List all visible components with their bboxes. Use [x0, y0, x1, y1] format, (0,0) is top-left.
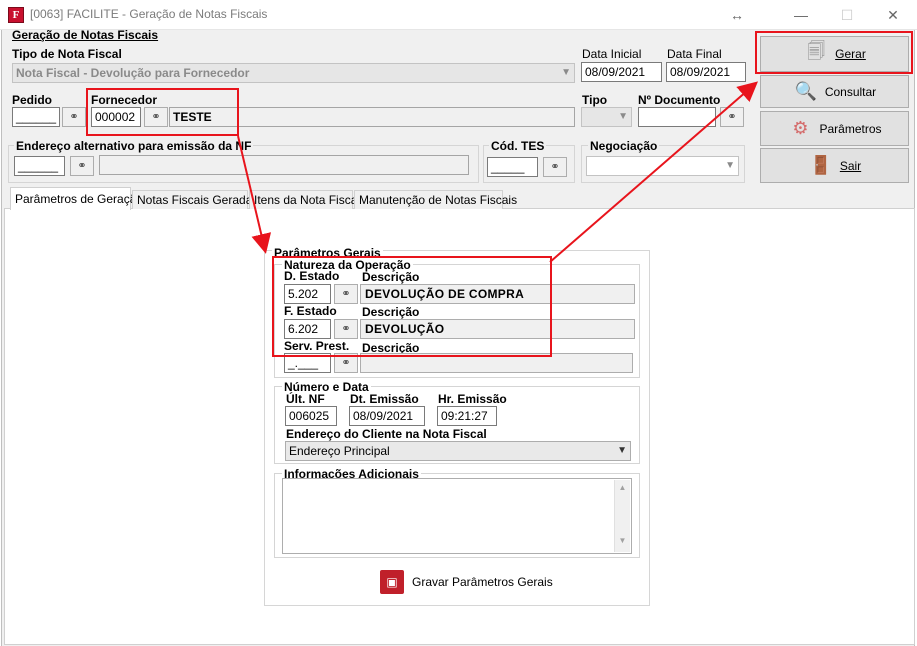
ult-nf-field[interactable]: 006025: [285, 406, 337, 426]
binoculars-icon: ⚭: [727, 110, 737, 123]
binoculars-icon: ⚭: [550, 160, 560, 173]
minimize-button[interactable]: —: [786, 4, 816, 26]
exit-door-icon: 🚪: [809, 155, 833, 175]
app-icon: F: [8, 7, 24, 23]
sair-label: Sair: [839, 158, 862, 173]
n-documento-label: Nº Documento: [638, 93, 721, 107]
endereco-cliente-select[interactable]: Endereço Principal ▼: [285, 441, 631, 461]
close-button[interactable]: ✕: [878, 4, 908, 26]
resize-icon: ↔: [730, 7, 744, 23]
sair-button[interactable]: 🚪 Sair: [760, 148, 909, 183]
negociacao-select[interactable]: ▼: [586, 156, 739, 176]
endereco-alt-desc-field: [99, 155, 469, 175]
parametros-button[interactable]: ⚙ Parâmetros: [760, 111, 909, 146]
documento-lookup-button[interactable]: ⚭: [720, 107, 744, 127]
endereco-cliente-label: Endereço do Cliente na Nota Fiscal: [286, 427, 487, 441]
natureza-highlight-box: [272, 256, 552, 357]
binoculars-icon: ⚭: [77, 159, 87, 172]
consultar-button[interactable]: 🔍 Consultar: [760, 75, 909, 108]
chevron-down-icon: ▼: [725, 160, 735, 171]
endereco-alt-code-input[interactable]: ______: [14, 156, 65, 176]
data-final-label: Data Final: [667, 47, 722, 61]
tab-itens-nota-fiscal[interactable]: Itens da Nota Fiscal: [249, 190, 360, 209]
tipo-select[interactable]: ▼: [581, 107, 632, 127]
scroll-up-icon[interactable]: ▲: [615, 483, 630, 492]
ult-nf-label: Últ. NF: [286, 392, 325, 406]
gravar-label: Gravar Parâmetros Gerais: [412, 575, 553, 589]
hr-emissao-input[interactable]: 09:21:27: [437, 406, 497, 426]
dt-emissao-input[interactable]: 08/09/2021: [349, 406, 425, 426]
binoculars-icon: ⚭: [69, 110, 79, 123]
scroll-down-icon[interactable]: ▼: [615, 536, 630, 545]
tipo-nota-value: Nota Fiscal - Devolução para Fornecedor: [16, 66, 250, 80]
tipo-nota-select[interactable]: Nota Fiscal - Devolução para Fornecedor …: [12, 63, 575, 83]
fornecedor-highlight-box: [86, 88, 239, 136]
gravar-parametros-button[interactable]: ▣ Gravar Parâmetros Gerais: [380, 568, 560, 596]
info-adicionais-textarea[interactable]: [282, 478, 632, 554]
cod-tes-label: Cód. TES: [489, 139, 547, 153]
chevron-down-icon: ▼: [618, 111, 628, 122]
data-inicial-input[interactable]: 08/09/2021: [581, 62, 662, 82]
pedido-label: Pedido: [12, 93, 53, 107]
parametros-label: Parâmetros: [819, 121, 882, 136]
floppy-disk-icon: ▣: [380, 570, 404, 594]
consultar-label: Consultar: [824, 84, 877, 99]
data-final-input[interactable]: 08/09/2021: [666, 62, 746, 82]
magnifier-icon: 🔍: [794, 81, 818, 101]
window-title: [0063] FACILITE - Geração de Notas Fisca…: [30, 7, 268, 21]
info-adicionais-scrollbar[interactable]: ▲ ▼: [614, 480, 630, 552]
pedido-input[interactable]: ______: [12, 107, 60, 127]
tab-parametros-geracao[interactable]: Parâmetros de Geração: [10, 187, 143, 210]
title-bar: F [0063] FACILITE - Geração de Notas Fis…: [0, 0, 917, 30]
maximize-button[interactable]: ☐: [832, 4, 862, 26]
endereco-lookup-button[interactable]: ⚭: [70, 156, 94, 176]
chevron-down-icon: ▼: [617, 445, 627, 456]
tipo-label: Tipo: [582, 93, 608, 107]
tes-lookup-button[interactable]: ⚭: [543, 157, 567, 177]
cod-tes-input[interactable]: _____: [487, 157, 538, 177]
binoculars-icon: ⚭: [341, 356, 351, 369]
endereco-alt-label: Endereço alternativo para emissão da NF: [14, 139, 254, 153]
negociacao-label: Negociação: [588, 139, 660, 153]
dt-emissao-label: Dt. Emissão: [350, 392, 419, 406]
endereco-cliente-value: Endereço Principal: [289, 444, 390, 458]
gears-icon: ⚙: [792, 118, 809, 138]
tab-manutencao-notas[interactable]: Manutenção de Notas Fiscais: [354, 190, 517, 209]
tab-notas-fiscais-geradas[interactable]: Notas Fiscais Geradas: [132, 190, 258, 209]
gerar-highlight-box: [755, 31, 913, 74]
n-documento-input[interactable]: [638, 107, 716, 127]
hr-emissao-label: Hr. Emissão: [438, 392, 507, 406]
section-title: Geração de Notas Fiscais: [12, 28, 159, 42]
pedido-lookup-button[interactable]: ⚭: [62, 107, 86, 127]
tipo-nota-label: Tipo de Nota Fiscal: [12, 47, 122, 61]
chevron-down-icon: ▼: [561, 67, 571, 78]
data-inicial-label: Data Inicial: [582, 47, 642, 61]
